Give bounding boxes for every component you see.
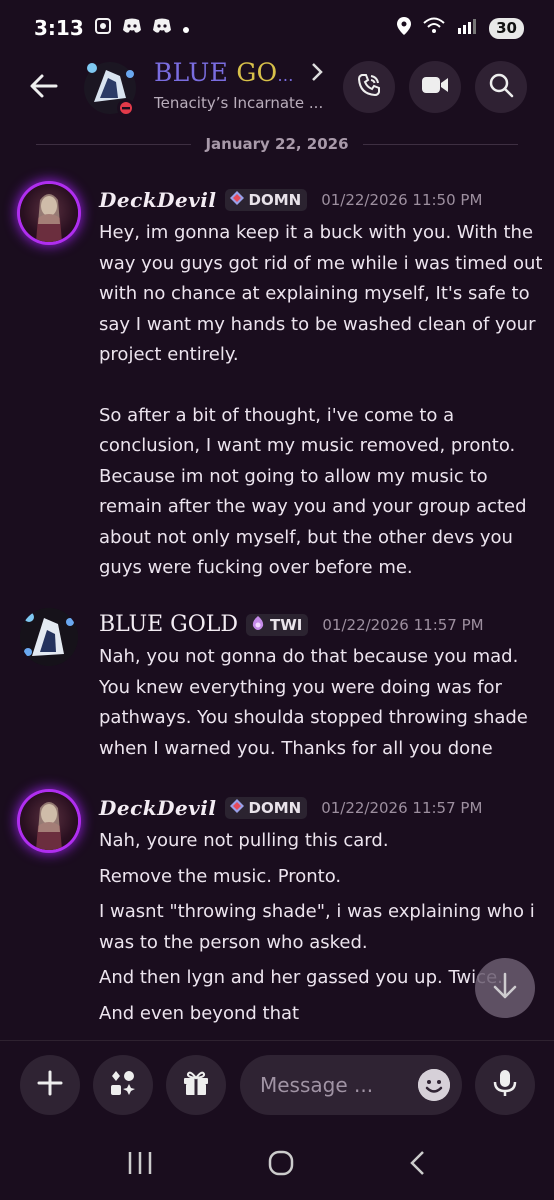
server-tag-icon bbox=[229, 798, 245, 818]
message-input[interactable]: Message ... bbox=[240, 1055, 462, 1115]
server-tag[interactable]: DOMN bbox=[224, 797, 308, 819]
channel-title[interactable]: BLUE GO... bbox=[154, 58, 294, 87]
status-bar: 3:13 30 bbox=[0, 0, 554, 56]
battery-indicator: 30 bbox=[489, 17, 524, 39]
scroll-to-bottom-button[interactable] bbox=[475, 958, 535, 1018]
signal-icon bbox=[457, 17, 477, 39]
home-icon[interactable] bbox=[267, 1149, 295, 1181]
server-tag-label: DOMN bbox=[248, 191, 302, 209]
notification-dot-icon bbox=[182, 17, 190, 39]
plus-icon bbox=[36, 1069, 64, 1101]
server-tag-label: TWI bbox=[270, 615, 303, 634]
title-part-blue: BLUE bbox=[154, 58, 229, 87]
message-paragraph: I wasnt "throwing shade", i was explaini… bbox=[99, 901, 535, 953]
user-avatar[interactable] bbox=[20, 608, 78, 666]
screen-record-icon bbox=[94, 17, 112, 39]
message-paragraph: Remove the music. Pronto. bbox=[99, 865, 342, 887]
divider-line bbox=[36, 143, 192, 145]
message-header: DeckDevil DOMN 01/22/2026 11:50 PM bbox=[99, 188, 482, 212]
server-tag[interactable]: TWI bbox=[246, 613, 309, 636]
message-paragraph: And even beyond that bbox=[99, 1002, 300, 1024]
message-paragraph: Nah, youre not pulling this card. bbox=[99, 830, 389, 851]
apps-button[interactable] bbox=[93, 1055, 153, 1115]
message-paragraph: Nah, you not gonna do that because you m… bbox=[99, 646, 528, 759]
message-paragraph: Hey, im gonna keep it a buck with you. W… bbox=[99, 222, 543, 365]
channel-subtitle[interactable]: Tenacity’s Incarnate ... bbox=[154, 94, 323, 112]
search-button[interactable] bbox=[475, 61, 527, 113]
message-composer: Message ... bbox=[0, 1040, 554, 1131]
server-tag-label: DOMN bbox=[248, 799, 302, 817]
gift-icon bbox=[181, 1068, 211, 1102]
username[interactable]: DeckDevil bbox=[99, 188, 217, 212]
server-tag-icon bbox=[229, 190, 245, 210]
add-attachment-button[interactable] bbox=[20, 1055, 80, 1115]
username[interactable]: BLUE GOLD bbox=[99, 612, 238, 637]
scroll-down-icon bbox=[492, 972, 518, 1004]
wifi-icon bbox=[423, 17, 445, 40]
message-header: DeckDevil DOMN 01/22/2026 11:57 PM bbox=[99, 796, 482, 820]
timestamp: 01/22/2026 11:50 PM bbox=[321, 191, 483, 209]
recent-apps-icon[interactable] bbox=[126, 1150, 154, 1180]
voice-message-button[interactable] bbox=[475, 1055, 535, 1115]
message-body: Hey, im gonna keep it a buck with you. W… bbox=[99, 218, 544, 584]
emoji-icon[interactable] bbox=[418, 1069, 450, 1101]
username[interactable]: DeckDevil bbox=[99, 796, 217, 820]
discord-icon-2 bbox=[152, 18, 172, 38]
location-icon bbox=[397, 16, 412, 40]
back-arrow-icon[interactable] bbox=[28, 70, 60, 102]
date-label: January 22, 2026 bbox=[205, 135, 349, 153]
voice-call-button[interactable] bbox=[343, 61, 395, 113]
date-separator: January 22, 2026 bbox=[0, 130, 554, 158]
channel-avatar[interactable] bbox=[80, 58, 142, 118]
channel-header: BLUE GO... Tenacity’s Incarnate ... bbox=[0, 56, 554, 126]
title-part-gold: GO bbox=[236, 58, 278, 87]
server-tag[interactable]: DOMN bbox=[224, 189, 308, 211]
status-time: 3:13 bbox=[34, 16, 84, 40]
system-navigation-bar bbox=[0, 1130, 554, 1200]
message-paragraph: So after a bit of thought, i've come to … bbox=[99, 404, 527, 579]
timestamp: 01/22/2026 11:57 PM bbox=[322, 615, 484, 634]
apps-icon bbox=[108, 1068, 138, 1102]
microphone-icon bbox=[492, 1068, 518, 1102]
user-avatar[interactable] bbox=[20, 792, 78, 850]
message-body: Nah, you not gonna do that because you m… bbox=[99, 642, 544, 764]
user-avatar[interactable] bbox=[20, 184, 78, 242]
chevron-right-icon[interactable] bbox=[310, 62, 324, 88]
video-camera-icon bbox=[421, 75, 449, 99]
message-header: BLUE GOLD TWI 01/22/2026 11:57 PM bbox=[99, 612, 484, 637]
gift-button[interactable] bbox=[166, 1055, 226, 1115]
phone-call-icon bbox=[356, 72, 382, 102]
divider-line bbox=[362, 143, 518, 145]
back-nav-icon[interactable] bbox=[408, 1149, 428, 1181]
message-placeholder: Message ... bbox=[260, 1073, 374, 1097]
timestamp: 01/22/2026 11:57 PM bbox=[321, 799, 483, 817]
title-ellipsis: ... bbox=[277, 66, 294, 85]
search-icon bbox=[488, 72, 514, 102]
video-call-button[interactable] bbox=[409, 61, 461, 113]
discord-icon bbox=[122, 18, 142, 38]
server-tag-icon bbox=[250, 615, 266, 635]
